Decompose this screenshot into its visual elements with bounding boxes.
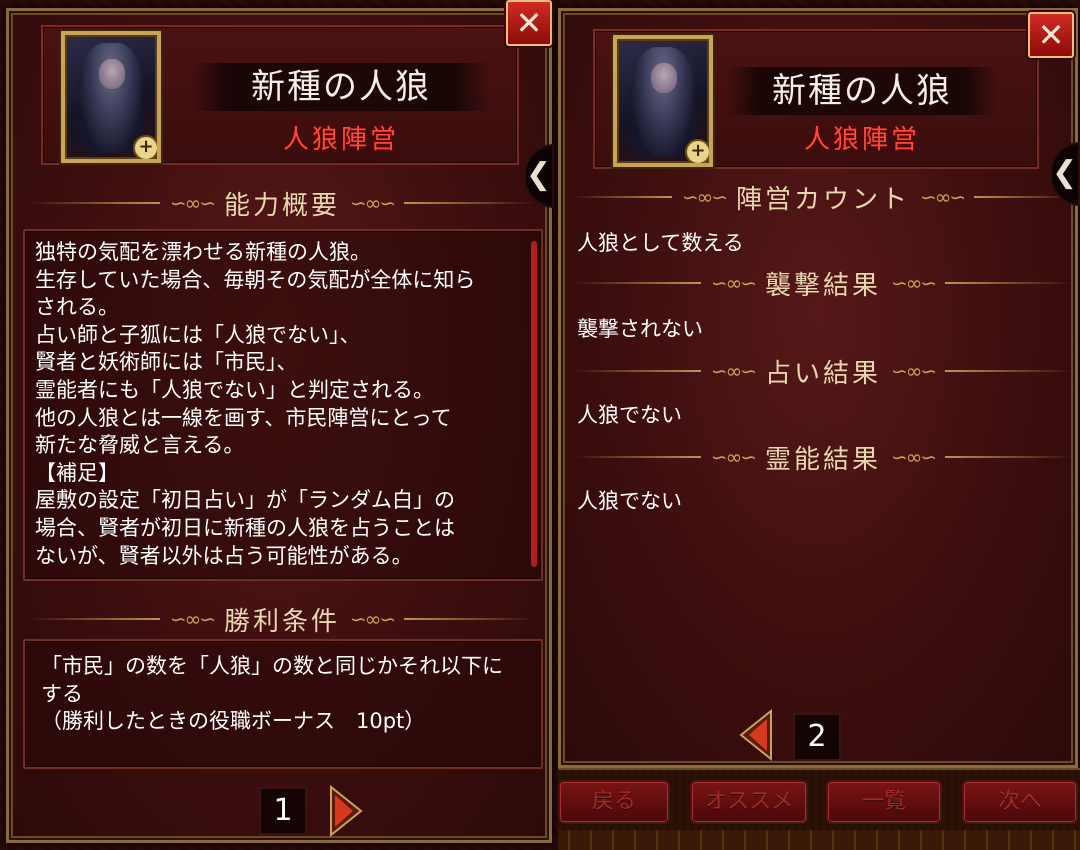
victory-condition-box: 「市民」の数を「人狼」の数と同じかそれ以下に する （勝利したときの役職ボーナス…: [23, 639, 543, 769]
section-medium-header: ∽∞∽ 霊能結果 ∽∞∽: [573, 437, 1074, 477]
divider-line: [573, 370, 701, 372]
section-value: 人狼として数える: [577, 231, 744, 255]
ability-line: 生存していた場合、毎朝その気配が全体に知ら: [35, 267, 476, 292]
section-title: 霊能結果: [765, 444, 882, 475]
ornament-icon: ∽∞∽: [710, 359, 757, 383]
role-header: + 新種の人狼 人狼陣営: [41, 25, 519, 165]
portrait-face: [651, 63, 677, 93]
ability-line: 独特の気配を漂わせる新種の人狼。: [35, 240, 371, 264]
divider-line: [404, 618, 536, 620]
section-attack-header: ∽∞∽ 襲撃結果 ∽∞∽: [573, 263, 1074, 303]
ornament-icon: ∽∞∽: [891, 359, 937, 383]
ornament-icon: ∽∞∽: [710, 445, 757, 469]
section-value: 襲撃されない: [577, 317, 703, 341]
section-value: 人狼でない: [577, 489, 682, 513]
ability-line: ないが、賢者以外は占う可能性がある。: [35, 543, 413, 568]
ornament-icon: ∽∞∽: [891, 445, 937, 469]
next-label: 次へ: [997, 789, 1042, 814]
role-portrait[interactable]: +: [613, 35, 713, 167]
ornament-icon: ∽∞∽: [681, 185, 728, 209]
ornament-icon: ∽∞∽: [169, 607, 216, 631]
zoom-icon[interactable]: +: [133, 135, 157, 159]
ornament-icon: ∽∞∽: [710, 271, 757, 295]
next-button[interactable]: 次へ: [962, 780, 1078, 824]
divider-line: [29, 202, 160, 204]
list-label: 一覧: [861, 789, 906, 814]
ability-line: 場合、賢者が初日に新種の人狼を占うことは: [35, 515, 455, 540]
ability-line: 霊能者にも「人狼でない」と判定される。: [35, 377, 434, 402]
section-ability-header: ∽∞∽ 能力概要 ∽∞∽: [29, 183, 536, 223]
divider-line: [404, 202, 536, 204]
list-button[interactable]: 一覧: [826, 780, 942, 824]
role-portrait[interactable]: +: [61, 31, 161, 163]
role-name: 新種の人狼: [191, 63, 491, 111]
section-title: 占い結果: [765, 358, 882, 389]
bottom-ornament: [558, 830, 1080, 850]
victory-line: （勝利したときの役職ボーナス 10pt）: [41, 709, 426, 734]
role-faction: 人狼陣営: [282, 125, 399, 155]
divider-line: [573, 196, 672, 198]
recommend-button[interactable]: オススメ: [690, 780, 808, 824]
bottom-nav-bar: 戻る オススメ 一覧 次へ: [558, 768, 1080, 850]
divider-line: [29, 618, 160, 620]
ability-line: 【補足】: [35, 460, 119, 485]
ability-line: 賢者と妖術師には「市民」、: [35, 350, 298, 375]
section-title: 襲撃結果: [765, 270, 882, 301]
divider-line: [945, 282, 1074, 284]
zoom-icon[interactable]: +: [685, 139, 709, 163]
close-icon: ✕: [515, 4, 543, 42]
section-victory-title: 勝利条件: [224, 606, 341, 637]
back-label: 戻る: [591, 789, 636, 814]
section-value: 人狼でない: [577, 403, 682, 427]
divider-line: [945, 370, 1074, 372]
next-page-arrow[interactable]: [327, 785, 363, 837]
victory-line: する: [41, 681, 83, 706]
divider-line: [945, 456, 1074, 458]
scrollbar-thumb[interactable]: [531, 241, 537, 567]
section-victory-header: ∽∞∽ 勝利条件 ∽∞∽: [29, 599, 536, 639]
close-button-right[interactable]: ✕: [1028, 12, 1074, 58]
divider-line: [573, 456, 701, 458]
ornament-icon: ∽∞∽: [350, 607, 396, 631]
back-button[interactable]: 戻る: [558, 780, 670, 824]
recommend-label: オススメ: [704, 789, 793, 814]
prev-page-arrow[interactable]: [739, 709, 775, 761]
ability-line: される。: [35, 295, 119, 320]
page-indicator: 2: [793, 713, 841, 761]
role-detail-panel-page-1: + 新種の人狼 人狼陣営 ∽∞∽ 能力概要 ∽∞∽ 独特の気配を漂わせる新種の人…: [6, 8, 552, 843]
ornament-icon: ∽∞∽: [891, 271, 937, 295]
role-header: + 新種の人狼 人狼陣営: [593, 29, 1039, 169]
ornament-icon: ∽∞∽: [920, 185, 966, 209]
role-detail-panel-page-2: + 新種の人狼 人狼陣営 ∽∞∽ 陣営カウント ∽∞∽ 人狼として数える ∽∞∽…: [558, 8, 1078, 768]
victory-line: 「市民」の数を「人狼」の数と同じかそれ以下に: [41, 654, 503, 678]
ability-line: 新たな脅威と言える。: [35, 433, 245, 458]
close-icon: ✕: [1037, 16, 1065, 54]
scrollbar[interactable]: [531, 241, 537, 571]
ability-line: 占い師と子狐には「人狼でない」、: [35, 322, 361, 347]
portrait-face: [99, 59, 125, 89]
close-button-left[interactable]: ✕: [506, 0, 552, 46]
ornament-icon: ∽∞∽: [169, 191, 216, 215]
page-indicator: 1: [259, 787, 307, 835]
section-faction-count-header: ∽∞∽ 陣営カウント ∽∞∽: [573, 177, 1074, 217]
ability-line: 屋敷の設定「初日占い」が「ランダム白」の: [35, 488, 455, 513]
section-title: 陣営カウント: [736, 184, 911, 215]
section-ability-title: 能力概要: [224, 190, 341, 221]
ornament-icon: ∽∞∽: [350, 191, 396, 215]
ability-line: 他の人狼とは一線を画す、市民陣営にとって: [35, 405, 452, 430]
role-name: 新種の人狼: [727, 67, 997, 115]
section-divination-header: ∽∞∽ 占い結果 ∽∞∽: [573, 351, 1074, 391]
role-faction: 人狼陣営: [803, 125, 920, 155]
ability-description-box[interactable]: 独特の気配を漂わせる新種の人狼。 生存していた場合、毎朝その気配が全体に知ら さ…: [23, 229, 543, 581]
divider-line: [573, 282, 701, 284]
